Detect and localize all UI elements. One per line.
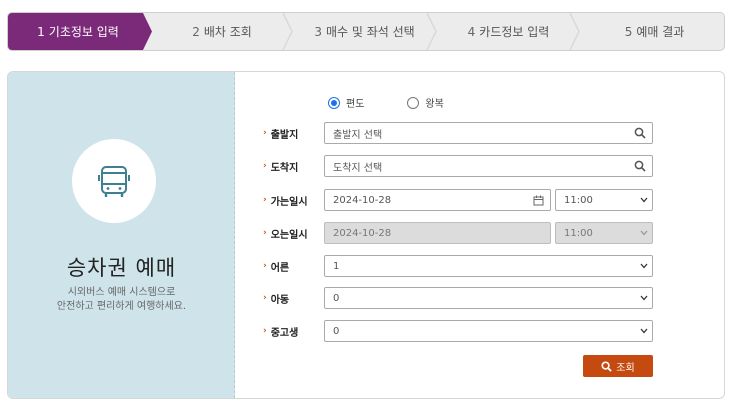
student-label-text: 중고생 [270, 327, 299, 339]
reservation-stepper: 1 기초정보 입력 2 배차 조회 3 매수 및 좌석 선택 4 카드정보 입력… [7, 12, 725, 51]
chevron-right-icon: › [263, 293, 267, 303]
student-count-select[interactable]: 0 [324, 320, 653, 342]
intro-desc-line2: 안전하고 편리하게 여행하세요. [56, 301, 187, 312]
one-way-radio[interactable]: 편도 [328, 95, 364, 110]
step-basic-info[interactable]: 1 기초정보 입력 [8, 13, 148, 50]
child-label-text: 아동 [270, 294, 290, 306]
search-button[interactable]: 조회 [583, 355, 653, 377]
chevron-right-icon: › [263, 326, 267, 336]
return-date-value: 2024-10-28 [333, 227, 392, 239]
booking-panel: 승차권 예매 시외버스 예매 시스템으로 안전하고 편리하게 여행하세요. 편도… [7, 71, 725, 399]
intro-title: 승차권 예매 [66, 256, 177, 280]
step-label: 매수 및 좌석 선택 [325, 25, 415, 39]
adult-count-select[interactable]: 1 [324, 255, 653, 277]
return-date-input: 2024-10-28 [324, 222, 551, 244]
step-label: 예매 결과 [636, 25, 685, 39]
departure-label-text: 출발지 [270, 129, 299, 141]
round-trip-radio[interactable]: 왕복 [407, 95, 444, 110]
adult-label: › 어른 [263, 255, 289, 277]
go-date-value: 2024-10-28 [333, 194, 392, 206]
step-result[interactable]: 5 예매 결과 [583, 13, 724, 50]
departure-input[interactable]: 출발지 선택 [324, 122, 653, 144]
chevron-right-icon: › [263, 161, 267, 171]
step-seat-selection[interactable]: 3 매수 및 좌석 선택 [293, 13, 436, 50]
calendar-icon[interactable] [533, 195, 544, 206]
arrival-placeholder: 도착지 선택 [333, 162, 383, 174]
go-date-label-text: 가는일시 [270, 196, 308, 208]
search-button-label: 조회 [616, 362, 635, 374]
bus-icon [98, 166, 130, 197]
adult-label-text: 어른 [270, 262, 290, 274]
intro-section: 승차권 예매 시외버스 예매 시스템으로 안전하고 편리하게 여행하세요. [8, 72, 235, 398]
one-way-label: 편도 [346, 99, 365, 110]
search-icon [601, 360, 613, 372]
return-date-label-text: 오는일시 [270, 229, 308, 241]
go-date-label: › 가는일시 [263, 189, 308, 211]
go-date-input[interactable]: 2024-10-28 [324, 189, 551, 211]
arrival-input[interactable]: 도착지 선택 [324, 155, 653, 177]
return-date-label: › 오는일시 [263, 222, 308, 244]
return-time-select: 11:00 [555, 222, 653, 244]
intro-desc-line1: 시외버스 예매 시스템으로 [67, 287, 176, 298]
student-count-value: 0 [333, 325, 340, 337]
chevron-right-icon: › [263, 228, 267, 238]
arrival-label: › 도착지 [263, 155, 298, 177]
departure-placeholder: 출발지 선택 [333, 129, 383, 141]
chevron-down-icon [640, 295, 648, 301]
child-count-select[interactable]: 0 [324, 287, 653, 309]
bus-icon-badge [72, 139, 156, 223]
arrival-label-text: 도착지 [270, 162, 299, 174]
step-number: 3 [314, 24, 322, 39]
radio-unselected-icon[interactable] [407, 96, 420, 109]
step-label: 기초정보 입력 [48, 25, 119, 39]
chevron-right-icon: › [263, 261, 267, 271]
go-time-value: 11:00 [564, 194, 593, 206]
chevron-right-icon: › [263, 195, 267, 205]
round-trip-label: 왕복 [425, 99, 444, 110]
adult-count-value: 1 [333, 260, 340, 272]
return-time-value: 11:00 [564, 227, 593, 239]
search-icon[interactable] [634, 160, 646, 172]
chevron-down-icon [640, 263, 648, 269]
step-number: 2 [192, 24, 200, 39]
step-number: 4 [467, 24, 476, 39]
search-icon[interactable] [634, 127, 646, 139]
radio-selected-icon[interactable] [328, 96, 340, 109]
step-number: 1 [37, 24, 45, 39]
chevron-right-icon: › [263, 128, 267, 138]
step-dispatch-search[interactable]: 2 배차 조회 [153, 13, 291, 50]
go-time-select[interactable]: 11:00 [555, 189, 653, 211]
trip-type-group: 편도 왕복 [328, 95, 487, 110]
step-card-info[interactable]: 4 카드정보 입력 [438, 13, 579, 50]
step-number: 5 [624, 24, 633, 39]
departure-label: › 출발지 [263, 122, 298, 144]
child-label: › 아동 [263, 287, 289, 309]
chevron-down-icon [640, 328, 648, 334]
step-label: 배차 조회 [203, 25, 252, 39]
chevron-down-icon [640, 197, 648, 203]
step-label: 카드정보 입력 [479, 25, 550, 39]
student-label: › 중고생 [263, 320, 298, 342]
chevron-down-icon [640, 230, 648, 236]
child-count-value: 0 [333, 292, 340, 304]
intro-description: 시외버스 예매 시스템으로 안전하고 편리하게 여행하세요. [8, 286, 235, 314]
